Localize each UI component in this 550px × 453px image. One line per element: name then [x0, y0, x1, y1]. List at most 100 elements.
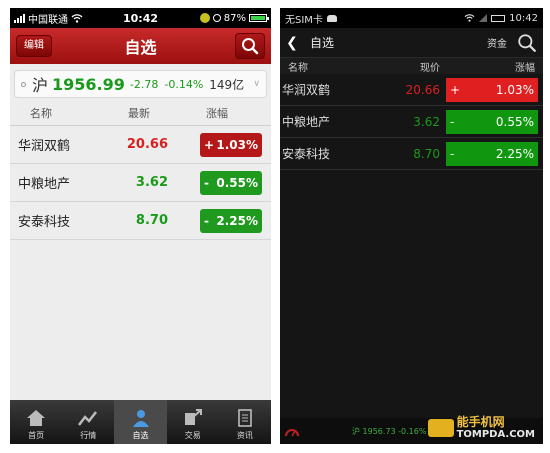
search-icon: [242, 38, 259, 55]
table-row[interactable]: 安泰科技 8.70- 2.25%: [280, 138, 543, 170]
index-market: 沪: [32, 76, 49, 95]
index-ticker[interactable]: 沪 1956.99 -2.78 -0.14% 149亿 ∨: [14, 70, 267, 98]
chevron-down-icon: ∨: [253, 79, 260, 89]
search-button[interactable]: [235, 33, 265, 59]
index-change: -2.78: [129, 77, 159, 91]
sim-status: 无SIM卡: [285, 14, 323, 26]
stock-name: 华润双鹤: [282, 83, 331, 97]
edit-button[interactable]: 编辑: [16, 35, 52, 57]
stock-price: 20.66: [405, 82, 440, 97]
ios-watchlist: 华润双鹤 20.66 +1.03% 中粮地产 3.62-0.55% 安泰科技 8.70-2.…: [10, 126, 271, 240]
change-badge[interactable]: +1.03%: [446, 77, 538, 102]
change-pct: 0.55%: [495, 114, 534, 129]
battery-percent: 87%: [223, 12, 246, 24]
android-status-bar: 无SIM卡 10:42: [280, 8, 543, 28]
index-value: 1956.99: [52, 74, 125, 94]
table-row[interactable]: 华润双鹤 20.66 +1.03%: [10, 126, 271, 164]
page-title: 自选: [310, 36, 335, 50]
tab-label: 行情: [80, 431, 97, 440]
stock-name: 中粮地产: [18, 177, 71, 192]
android-footer: 沪 1956.73 -0.16% 能手机网 TOMPDA.COM: [280, 414, 543, 444]
battery-icon: [491, 14, 506, 22]
tab-trade[interactable]: 交易: [167, 400, 219, 444]
tab-label: 交易: [184, 431, 201, 440]
table-row[interactable]: 华润双鹤 20.66 +1.03%: [280, 74, 543, 106]
table-row[interactable]: 中粮地产 3.62 -0.55%: [10, 164, 271, 202]
ios-nav-bar: 编辑 自选: [10, 28, 271, 64]
android-nav-bar: ❮ 自选 资金: [280, 28, 543, 58]
change-sign: -: [450, 146, 455, 161]
status-time: 10:42: [509, 12, 538, 24]
signal-icon: [14, 13, 25, 23]
funds-button[interactable]: 资金: [487, 35, 507, 50]
index-turnover: 149亿: [209, 77, 245, 92]
battery-icon: [249, 14, 269, 22]
index-change-pct: -0.14%: [164, 77, 204, 91]
change-badge[interactable]: - 0.55%: [446, 109, 538, 134]
col-name[interactable]: 名称: [280, 59, 380, 74]
tab-label: 自选: [132, 431, 149, 440]
change-pct: 0.55%: [216, 175, 258, 190]
cat-icon: [326, 14, 337, 22]
change-badge[interactable]: -2.25%: [200, 208, 262, 233]
col-price[interactable]: 现价: [380, 59, 440, 74]
stock-name: 安泰科技: [282, 147, 331, 161]
no-signal-icon: [479, 14, 488, 22]
search-icon[interactable]: [517, 33, 537, 53]
gauge-icon[interactable]: [284, 425, 300, 437]
change-pct: 2.25%: [495, 146, 534, 161]
change-badge[interactable]: -0.55%: [200, 170, 262, 195]
wifi-icon: [464, 14, 475, 22]
tab-person[interactable]: 自选: [114, 400, 167, 444]
col-name[interactable]: 名称: [10, 105, 110, 121]
home-icon: [25, 408, 47, 430]
ios-table-header: 名称 最新 涨幅: [10, 100, 271, 126]
ticker-dot-icon: [21, 81, 26, 87]
page-title: 自选: [124, 38, 157, 57]
change-pct: 1.03%: [495, 82, 534, 97]
stock-price: 3.62: [413, 114, 440, 129]
watermark-line1: 能手机网: [456, 414, 505, 429]
col-latest[interactable]: 最新: [110, 105, 168, 121]
tab-news[interactable]: 资讯: [219, 400, 271, 444]
ios-tab-bar: 首页 行情 自选 交易 资讯: [10, 400, 271, 444]
col-change[interactable]: 涨幅: [515, 59, 543, 74]
stock-price: 20.66: [126, 137, 168, 152]
android-table-header: 名称 现价 涨幅: [280, 58, 543, 74]
app-badge-icon: [199, 13, 210, 23]
change-pct: 2.25%: [216, 213, 258, 228]
stock-name: 安泰科技: [18, 215, 71, 230]
tab-trend[interactable]: 行情: [62, 400, 114, 444]
change-sign: -: [204, 175, 209, 190]
back-icon[interactable]: ❮: [280, 35, 304, 51]
ios-screen: 中国联通 10:42 87% 编辑 自选 沪 1956.99 -2.78 -0.…: [10, 8, 271, 444]
stock-price: 3.62: [135, 175, 168, 190]
wifi-icon: [71, 13, 83, 23]
android-screen: 无SIM卡 10:42 ❮ 自选 资金 名称 现价 涨幅 华润双鹤 20.66 +1…: [280, 8, 543, 444]
tab-label: 首页: [28, 431, 45, 440]
table-row[interactable]: 安泰科技 8.70 -2.25%: [10, 202, 271, 240]
change-sign: +: [450, 82, 461, 97]
footer-index[interactable]: 沪 1956.73 -0.16%: [352, 426, 426, 437]
watermark-logo-icon: [427, 418, 454, 437]
stock-price: 8.70: [135, 213, 168, 228]
col-change[interactable]: 涨幅: [206, 105, 228, 121]
trend-icon: [77, 408, 99, 430]
carrier-label: 中国联通: [28, 14, 68, 26]
news-icon: [234, 408, 256, 430]
tab-home[interactable]: 首页: [10, 400, 62, 444]
ios-status-bar: 中国联通 10:42 87%: [10, 8, 271, 28]
android-watchlist: 华润双鹤 20.66 +1.03% 中粮地产 3.62-0.55% 安泰科技 8.70-2.…: [280, 74, 543, 170]
stock-price: 8.70: [413, 146, 440, 161]
watermark: 能手机网 TOMPDA.COM: [427, 414, 535, 440]
change-badge[interactable]: +1.03%: [200, 132, 262, 157]
stock-name: 华润双鹤: [18, 139, 71, 154]
person-icon: [130, 408, 152, 430]
stock-name: 中粮地产: [282, 115, 331, 129]
change-sign: -: [450, 114, 455, 129]
change-badge[interactable]: - 2.25%: [446, 141, 538, 166]
change-sign: +: [204, 137, 215, 152]
watermark-line2: TOMPDA.COM: [456, 429, 535, 440]
table-row[interactable]: 中粮地产 3.62- 0.55%: [280, 106, 543, 138]
change-pct: 1.03%: [216, 137, 258, 152]
